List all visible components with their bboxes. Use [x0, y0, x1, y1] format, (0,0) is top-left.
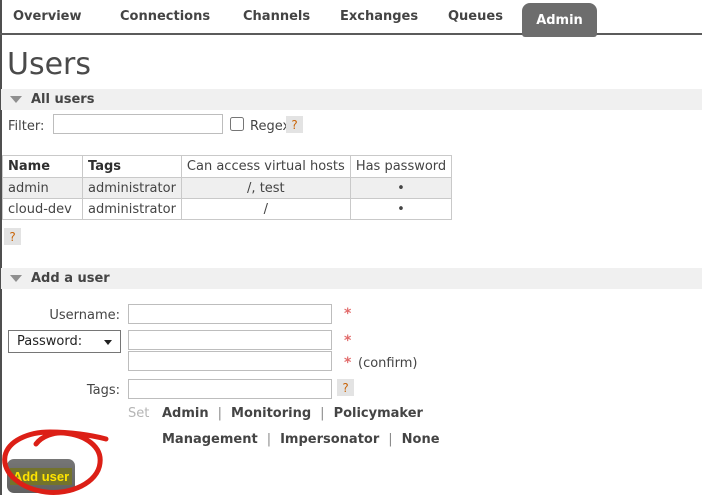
link-separator: |: [388, 432, 392, 447]
tag-links-row-1: Admin | Monitoring | Policymaker: [162, 406, 423, 421]
user-vhosts: /, test: [181, 178, 350, 199]
link-separator: |: [320, 406, 324, 421]
table-row: cloud-dev administrator / •: [3, 199, 452, 220]
filter-input[interactable]: [53, 114, 223, 134]
filter-label: Filter:: [8, 119, 44, 134]
link-separator: |: [267, 432, 271, 447]
set-label: Set: [128, 406, 149, 421]
tags-input[interactable]: [128, 379, 332, 399]
tag-link-impersonator[interactable]: Impersonator: [280, 432, 379, 447]
tags-help-button[interactable]: ?: [337, 379, 354, 396]
table-header-row: Name Tags Can access virtual hosts Has p…: [3, 156, 452, 178]
password-input[interactable]: [128, 330, 332, 350]
username-input[interactable]: [128, 304, 332, 324]
tab-exchanges[interactable]: Exchanges: [340, 9, 418, 24]
regex-label: Regex: [250, 119, 290, 134]
window-left-border: [0, 0, 2, 495]
tag-links-row-2: Management | Impersonator | None: [162, 432, 440, 447]
tag-link-none[interactable]: None: [402, 432, 440, 447]
user-vhosts: /: [181, 199, 350, 220]
filter-help-button[interactable]: ?: [286, 116, 303, 133]
tag-link-management[interactable]: Management: [162, 432, 258, 447]
section-header-all-users[interactable]: All users: [1, 89, 702, 110]
password-type-select[interactable]: Password:: [8, 330, 121, 353]
user-name-link[interactable]: admin: [3, 178, 83, 199]
regex-checkbox[interactable]: [230, 117, 244, 131]
tab-overview[interactable]: Overview: [13, 9, 82, 24]
section-title: Add a user: [31, 271, 110, 286]
section-title: All users: [31, 92, 94, 107]
required-asterisk: *: [344, 306, 351, 322]
password-select-value: Password:: [17, 334, 82, 349]
users-table: Name Tags Can access virtual hosts Has p…: [2, 155, 452, 220]
tags-label: Tags:: [0, 383, 120, 398]
tab-admin[interactable]: Admin: [522, 3, 597, 37]
page-title: Users: [7, 47, 91, 82]
tag-link-admin[interactable]: Admin: [162, 406, 209, 421]
col-header-has-password: Has password: [350, 156, 451, 178]
user-tags: administrator: [83, 199, 182, 220]
required-asterisk: *: [344, 333, 351, 349]
section-header-add-user[interactable]: Add a user: [1, 268, 702, 289]
col-header-name[interactable]: Name: [3, 156, 83, 178]
tab-queues[interactable]: Queues: [448, 9, 503, 24]
password-confirm-input[interactable]: [128, 351, 332, 371]
link-separator: |: [218, 406, 222, 421]
required-asterisk: *: [344, 355, 351, 371]
tab-connections[interactable]: Connections: [120, 9, 210, 24]
collapse-triangle-icon: [10, 96, 22, 103]
tag-link-monitoring[interactable]: Monitoring: [231, 406, 311, 421]
user-has-password-dot: •: [350, 178, 451, 199]
col-header-vhosts: Can access virtual hosts: [181, 156, 350, 178]
user-has-password-dot: •: [350, 199, 451, 220]
table-help-button[interactable]: ?: [4, 228, 21, 245]
add-user-button[interactable]: Add user: [7, 459, 75, 493]
add-user-button-label: Add user: [10, 468, 72, 485]
tab-channels[interactable]: Channels: [243, 9, 310, 24]
user-name-link[interactable]: cloud-dev: [3, 199, 83, 220]
col-header-tags[interactable]: Tags: [83, 156, 182, 178]
confirm-note: (confirm): [358, 356, 417, 371]
user-tags: administrator: [83, 178, 182, 199]
dropdown-arrow-icon: [104, 340, 112, 345]
tag-link-policymaker[interactable]: Policymaker: [334, 406, 423, 421]
collapse-triangle-icon: [10, 275, 22, 282]
username-label: Username:: [0, 308, 120, 323]
table-row: admin administrator /, test •: [3, 178, 452, 199]
